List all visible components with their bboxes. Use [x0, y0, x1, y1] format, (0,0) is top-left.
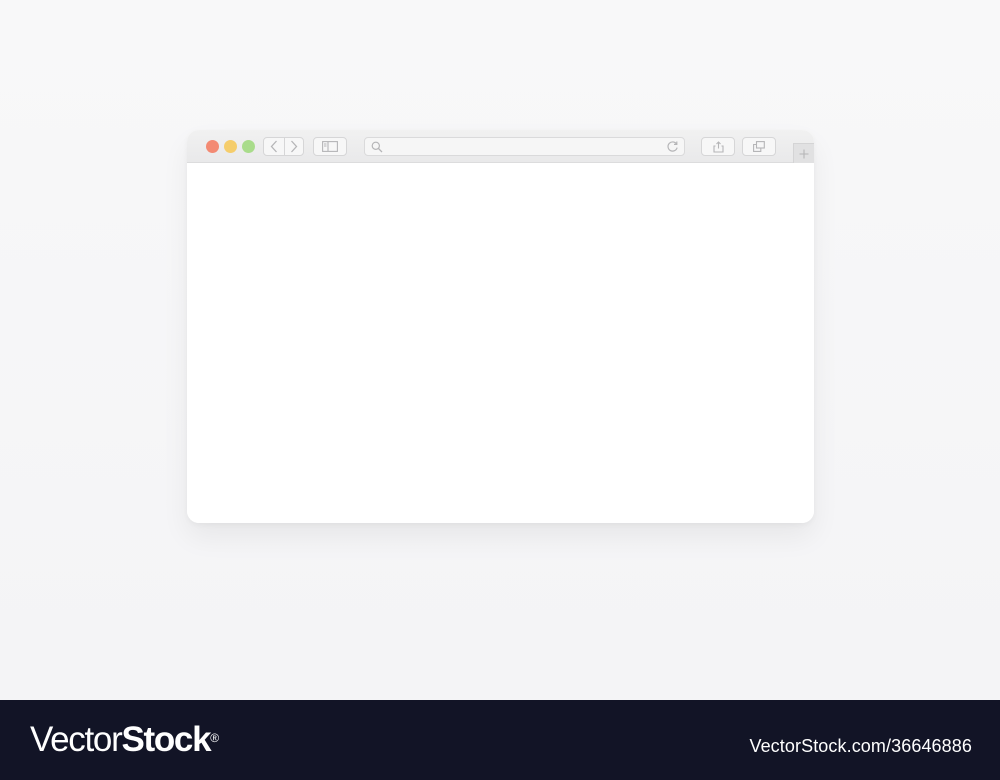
chevron-right-icon — [290, 140, 298, 153]
share-icon — [712, 140, 724, 153]
registered-mark: ® — [210, 731, 220, 745]
reload-icon[interactable] — [666, 140, 679, 153]
share-button[interactable] — [701, 137, 735, 156]
address-input[interactable] — [387, 139, 657, 154]
background-canvas — [0, 0, 1000, 700]
brand-logo-bold: Stock — [121, 720, 211, 759]
tabs-icon — [753, 141, 765, 152]
page-content-area[interactable] — [187, 163, 814, 523]
browser-window — [187, 130, 814, 523]
nav-button-group — [263, 137, 304, 156]
sidebar-icon — [322, 141, 338, 152]
forward-button[interactable] — [283, 138, 304, 155]
new-tab-button[interactable] — [793, 143, 814, 163]
address-bar[interactable] — [364, 137, 685, 156]
brand-logo-light: Vector — [30, 720, 123, 759]
maximize-window-button[interactable] — [242, 140, 255, 153]
plus-icon — [799, 149, 809, 158]
search-icon — [371, 141, 383, 153]
minimize-window-button[interactable] — [224, 140, 237, 153]
watermark-footer: VectorStock® VectorStock.com/36646886 — [0, 700, 1000, 780]
image-reference: VectorStock.com/36646886 — [749, 736, 972, 756]
sidebar-toggle-button[interactable] — [313, 137, 347, 156]
close-window-button[interactable] — [206, 140, 219, 153]
browser-toolbar — [187, 130, 814, 163]
brand-logo: VectorStock® — [30, 720, 219, 760]
show-tabs-button[interactable] — [742, 137, 776, 156]
back-button[interactable] — [264, 138, 284, 155]
chevron-left-icon — [270, 140, 277, 153]
